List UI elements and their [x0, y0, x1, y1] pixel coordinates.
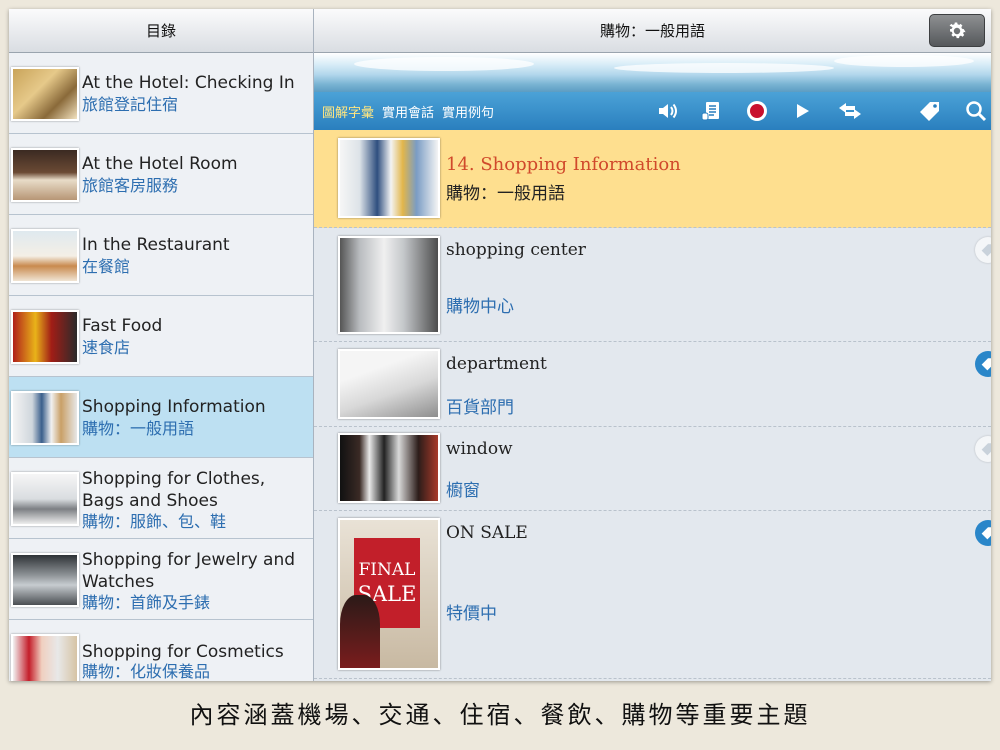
lesson-subtitle: 購物：一般用語 [446, 184, 565, 204]
final-sale-image: FINAL SALE [338, 518, 440, 670]
shopping-clothes-thumbnail [11, 472, 79, 526]
toc-item-label-zh: 購物：一般用語 [82, 419, 195, 438]
toc-item-label-en: At the Hotel Room [82, 154, 238, 174]
toc-item-label-en: Shopping for Jewelry and Watches [82, 550, 296, 592]
tag-icon [981, 443, 991, 456]
settings-button[interactable] [929, 14, 985, 47]
toc-item-label-zh: 購物：化妝保養品 [82, 662, 211, 681]
toc-header: 目錄 [9, 9, 313, 53]
toc-item-hotel-room[interactable]: At the Hotel Room 旅館客房服務 [9, 134, 313, 215]
toc-item-label-zh: 購物：服飾、包、鞋 [82, 512, 227, 531]
vocab-entry-shopping-center[interactable]: shopping center 購物中心 [314, 228, 991, 342]
toc-item-label-en: Shopping for Clothes, Bags and Shoes [82, 469, 266, 511]
speaker-icon[interactable] [657, 100, 679, 122]
fast-food-thumbnail [11, 310, 79, 364]
vocab-chinese: 櫥窗 [446, 481, 480, 501]
promo-caption: 內容涵蓋機場、交通、住宿、餐飲、購物等重要主題 [189, 701, 811, 729]
vocab-entry-department[interactable]: department 百貨部門 [314, 342, 991, 427]
toc-item-shopping-cosmetics[interactable]: Shopping for Cosmetics 購物：化妝保養品 [9, 620, 313, 681]
shopping-cosmetics-thumbnail [11, 634, 79, 681]
search-icon[interactable] [965, 100, 987, 122]
toc-item-label-zh: 旅館登記住宿 [82, 95, 179, 114]
toc-item-label-zh: 旅館客房服務 [82, 176, 179, 195]
tag-icon [981, 358, 991, 371]
vocab-entry-window[interactable]: window 櫥窗 [314, 427, 991, 511]
tag-toggle[interactable] [975, 436, 991, 462]
hotel-checkin-thumbnail [11, 67, 79, 121]
app-window: 目錄 At the Hotel: Checking In 旅館登記住宿 At t… [9, 9, 991, 681]
toc-sidebar: 目錄 At the Hotel: Checking In 旅館登記住宿 At t… [9, 9, 314, 681]
record-icon[interactable] [746, 100, 768, 122]
tag-icon[interactable] [919, 100, 941, 122]
tag-toggle[interactable] [975, 351, 991, 377]
lesson-header: 購物：一般用語 [314, 9, 991, 53]
toc-item-fast-food[interactable]: Fast Food 速食店 [9, 296, 313, 377]
vocab-english: window [446, 439, 513, 459]
shopping-info-thumbnail [11, 391, 79, 445]
vocab-english: shopping center [446, 240, 586, 260]
toc-item-label-zh: 速食店 [82, 338, 131, 357]
department-sign-image [338, 349, 440, 419]
lesson-title-row: 14. Shopping Information 購物：一般用語 [314, 130, 991, 228]
vocab-chinese: 購物中心 [446, 297, 514, 317]
hotel-room-thumbnail [11, 148, 79, 202]
lesson-toolbar: 圖解字彙 實用會話 實用例句 [314, 92, 991, 130]
tab-conversation[interactable]: 實用會話 [382, 102, 434, 121]
play-icon[interactable] [791, 100, 813, 122]
toc-item-label-en: Shopping Information [82, 397, 266, 417]
toc-item-restaurant[interactable]: In the Restaurant 在餐館 [9, 215, 313, 296]
toc-item-shopping-information[interactable]: Shopping Information 購物：一般用語 [9, 377, 313, 458]
tag-icon [981, 527, 991, 540]
shopping-center-image [338, 236, 440, 334]
gear-icon [949, 21, 966, 38]
vocab-english: ON SALE [446, 523, 528, 543]
toc-item-label-en: In the Restaurant [82, 235, 230, 255]
toc-item-shopping-jewelry[interactable]: Shopping for Jewelry and Watches 購物：首飾及手… [9, 539, 313, 620]
restaurant-thumbnail [11, 229, 79, 283]
tag-toggle[interactable] [975, 520, 991, 546]
vocab-chinese: 特價中 [446, 604, 497, 624]
toc-title: 目錄 [145, 22, 176, 40]
tag-toggle[interactable] [975, 237, 991, 263]
vocab-entry-on-sale[interactable]: FINAL SALE ON SALE 特價中 [314, 511, 991, 679]
lesson-panel: 購物：一般用語 圖解字彙 實用會話 實用例句 14. Shopping Info… [314, 9, 991, 681]
tab-example-sentences[interactable]: 實用例句 [442, 102, 494, 121]
vocab-english: department [446, 354, 547, 374]
toc-item-label-zh: 購物：首飾及手錶 [82, 593, 211, 612]
sale-sign-line1: FINAL [358, 560, 416, 580]
toc-item-hotel-checkin[interactable]: At the Hotel: Checking In 旅館登記住宿 [9, 53, 313, 134]
lesson-title: 14. Shopping Information [446, 154, 681, 175]
toc-item-label-zh: 在餐館 [82, 257, 131, 276]
toc-item-label-en: Shopping for Cosmetics [82, 642, 284, 662]
shop-window-image [338, 433, 440, 503]
sky-banner [314, 53, 991, 92]
script-icon[interactable] [700, 100, 722, 122]
shopping-jewelry-thumbnail [11, 553, 79, 607]
toc-item-label-en: Fast Food [82, 316, 163, 336]
toc-item-label-en: At the Hotel: Checking In [82, 73, 295, 93]
vocab-chinese: 百貨部門 [446, 398, 514, 418]
lesson-thumbnail [338, 138, 440, 218]
swap-icon[interactable] [835, 100, 865, 122]
toc-item-shopping-clothes[interactable]: Shopping for Clothes, Bags and Shoes 購物：… [9, 458, 313, 539]
tag-icon [981, 244, 991, 257]
lesson-header-title: 購物：一般用語 [599, 22, 705, 40]
tab-picture-vocabulary[interactable]: 圖解字彙 [322, 102, 374, 121]
